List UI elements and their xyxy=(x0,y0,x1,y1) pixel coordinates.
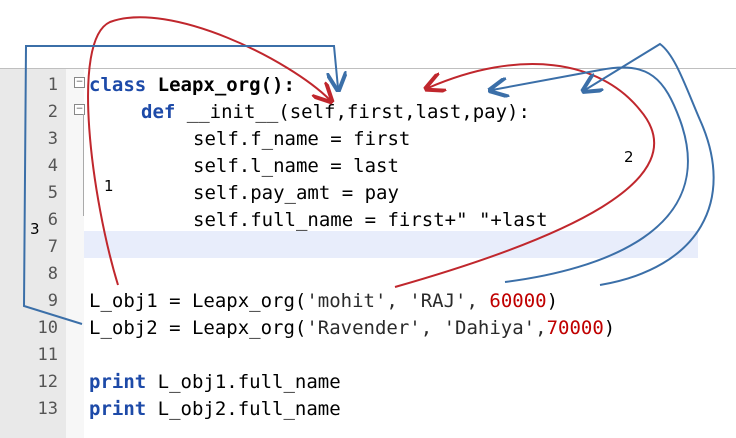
blue-arrow-4 xyxy=(492,66,689,283)
red-arrow-1 xyxy=(87,16,330,286)
blue-arrow-3 xyxy=(22,45,338,325)
annotation-arrows xyxy=(22,16,715,325)
